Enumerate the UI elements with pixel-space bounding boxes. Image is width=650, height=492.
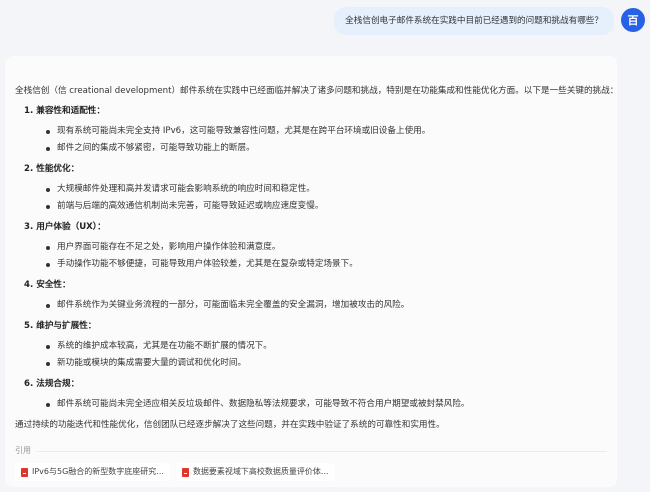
section-title: 1. 兼容性和适配性： — [24, 106, 105, 116]
pdf-file-icon — [181, 467, 189, 477]
bullet-list: 大规模邮件处理和高并发请求可能会影响系统的响应时间和稳定性。 前端与后端的高效通信… — [45, 181, 607, 215]
bullet-list: 邮件系统可能尚未完全适应相关反垃圾邮件、数据隐私等法规要求，可能导致不符合用户期… — [45, 396, 607, 413]
citation-title: 数据要素视域下高校数据质量评价体... — [192, 467, 329, 476]
answer-outro: 通过持续的功能迭代和性能优化，信创团队已经逐步解决了这些问题，并在实践中验证了系… — [15, 420, 445, 430]
bullet-item: 邮件系统作为关键业务流程的一部分，可能面临未完全覆盖的安全漏洞，增加被攻击的风险… — [45, 297, 607, 314]
divider — [37, 450, 607, 452]
bullet-list: 系统的维护成本较高，尤其是在功能不断扩展的情况下。 新功能或模块的集成需要大量的调… — [45, 338, 607, 372]
user-message-bubble: 全栈信创电子邮件系统在实践中目前已经遇到的问题和挑战有哪些？ — [334, 7, 614, 35]
user-avatar[interactable]: 百 — [621, 8, 645, 32]
citations-label: 引用 — [15, 446, 31, 455]
citation-title: IPv6与5G融合的新型数字底座研究... — [32, 467, 164, 476]
section-title: 5. 维护与扩展性： — [24, 321, 97, 331]
citation-chip[interactable]: 数据要素视域下高校数据质量评价体... — [175, 463, 335, 481]
bullet-item: 邮件系统可能尚未完全适应相关反垃圾邮件、数据隐私等法规要求，可能导致不符合用户期… — [45, 396, 607, 413]
bullet-item: 用户界面可能存在不足之处，影响用户操作体验和满意度。 — [45, 239, 607, 256]
bullet-item: 系统的维护成本较高，尤其是在功能不断扩展的情况下。 — [45, 338, 607, 355]
bullet-item: 邮件之间的集成不够紧密，可能导致功能上的断层。 — [45, 140, 607, 157]
answer-intro: 全栈信创（信 creational development）邮件系统在实践中已经… — [15, 86, 619, 96]
bullet-item: 前端与后端的高效通信机制尚未完善，可能导致延迟或响应速度变慢。 — [45, 198, 607, 215]
bullet-item: 手动操作功能不够便捷，可能导致用户体验较差，尤其是在复杂或特定场景下。 — [45, 256, 607, 273]
citation-chip[interactable]: IPv6与5G融合的新型数字底座研究... — [15, 463, 170, 481]
citation-list: IPv6与5G融合的新型数字底座研究... 数据要素视域下高校数据质量评价体..… — [15, 463, 607, 481]
citations-header: 引用 — [15, 444, 607, 458]
answer-sections: 1. 兼容性和适配性： 现有系统可能尚未完全支持 IPv6，这可能导致兼容性问题，… — [15, 104, 607, 413]
bullet-item: 新功能或模块的集成需要大量的调试和优化时间。 — [45, 355, 607, 372]
bullet-item: 现有系统可能尚未完全支持 IPv6，这可能导致兼容性问题，尤其是在跨平台环境或旧… — [45, 123, 607, 140]
pdf-file-icon — [21, 467, 28, 477]
assistant-answer-card: 全栈信创（信 creational development）邮件系统在实践中已经… — [5, 56, 619, 487]
section-title: 6. 法规合规： — [24, 379, 80, 389]
bullet-list: 现有系统可能尚未完全支持 IPv6，这可能导致兼容性问题，尤其是在跨平台环境或旧… — [45, 123, 607, 157]
user-message-row: 全栈信创电子邮件系统在实践中目前已经遇到的问题和挑战有哪些？ 百 — [0, 7, 650, 35]
section-title: 3. 用户体验（UX）： — [24, 222, 106, 232]
section-title: 2. 性能优化： — [24, 164, 80, 174]
bullet-item: 大规模邮件处理和高并发请求可能会影响系统的响应时间和稳定性。 — [45, 181, 607, 198]
section-title: 4. 安全性： — [24, 280, 71, 290]
bullet-list: 邮件系统作为关键业务流程的一部分，可能面临未完全覆盖的安全漏洞，增加被攻击的风险… — [45, 297, 607, 314]
bullet-list: 用户界面可能存在不足之处，影响用户操作体验和满意度。 手动操作功能不够便捷，可能导… — [45, 239, 607, 273]
